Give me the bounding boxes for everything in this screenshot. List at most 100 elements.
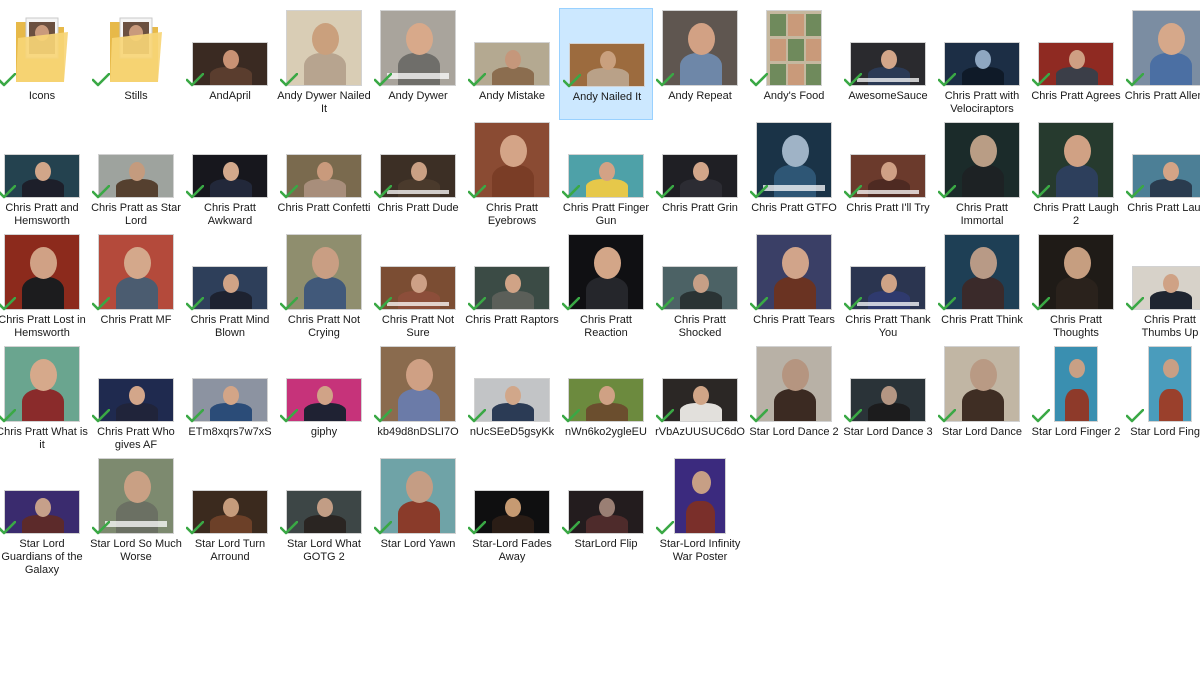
image-thumbnail <box>674 458 726 534</box>
item-icon-area <box>371 344 465 424</box>
file-item[interactable]: AwesomeSauce <box>841 8 935 120</box>
file-item[interactable]: Chris Pratt Not Sure <box>371 232 465 344</box>
file-item[interactable]: Chris Pratt What is it <box>0 344 89 456</box>
file-item[interactable]: Chris Pratt Thumbs Up <box>1123 232 1200 344</box>
item-label: AwesomeSauce <box>848 90 928 102</box>
file-item[interactable]: Chris Pratt Grin <box>653 120 747 232</box>
file-item[interactable]: Chris Pratt Lost in Hemsworth <box>0 232 89 344</box>
file-item[interactable]: Star Lord Dance 2 <box>747 344 841 456</box>
item-label: Star-Lord Infinity War Poster <box>659 538 741 563</box>
item-icon-area <box>89 8 183 88</box>
file-item[interactable]: Star Lord So Much Worse <box>89 456 183 568</box>
file-item[interactable]: Chris Pratt Tears <box>747 232 841 344</box>
sync-check-icon <box>468 73 486 87</box>
file-item[interactable]: Andy Nailed It <box>559 8 653 120</box>
sync-check-icon <box>280 73 298 87</box>
file-item[interactable]: Chris Pratt Finger Gun <box>559 120 653 232</box>
file-item[interactable]: Chris Pratt Mind Blown <box>183 232 277 344</box>
file-item[interactable]: Star-Lord Infinity War Poster <box>653 456 747 568</box>
file-item[interactable]: Star Lord What GOTG 2 <box>277 456 371 568</box>
file-item[interactable]: ETm8xqrs7w7xS <box>183 344 277 456</box>
file-item[interactable]: Chris Pratt Allergic <box>1123 8 1200 120</box>
file-item[interactable]: Chris Pratt Eyebrows <box>465 120 559 232</box>
thumbnail-figure-body <box>1056 67 1098 85</box>
file-item[interactable]: Chris Pratt Awkward <box>183 120 277 232</box>
thumbnail-figure-body <box>116 403 158 421</box>
file-item[interactable]: Star Lord Finger <box>1123 344 1200 456</box>
item-label: rVbAzUUSUC6dO <box>655 426 745 438</box>
file-item[interactable]: Star Lord Dance 3 <box>841 344 935 456</box>
file-item[interactable]: Chris Pratt Think <box>935 232 1029 344</box>
sync-check-icon <box>844 185 862 199</box>
item-label: Chris Pratt Raptors <box>465 314 559 326</box>
file-item[interactable]: Chris Pratt Agrees <box>1029 8 1123 120</box>
thumbnail-figure-body <box>22 389 64 421</box>
file-item[interactable]: Chris Pratt Not Crying <box>277 232 371 344</box>
thumbnail-figure-head <box>693 162 709 181</box>
thumbnail-figure-head <box>35 162 51 181</box>
item-label: kb49d8nDSLI7O <box>377 426 459 438</box>
thumbnail-figure-head <box>317 386 333 405</box>
file-item[interactable]: Andy Repeat <box>653 8 747 120</box>
sync-check-icon <box>468 521 486 535</box>
item-icon-area <box>371 232 465 312</box>
file-item[interactable]: Chris Pratt Thank You <box>841 232 935 344</box>
item-label: Star Lord Finger <box>1130 426 1200 438</box>
file-item[interactable]: Andy Dywer <box>371 8 465 120</box>
file-item[interactable]: Chris Pratt Confetti <box>277 120 371 232</box>
file-item[interactable]: Chris Pratt as Star Lord <box>89 120 183 232</box>
file-item[interactable]: giphy <box>277 344 371 456</box>
file-item[interactable]: Star Lord Turn Arround <box>183 456 277 568</box>
file-item[interactable]: Star-Lord Fades Away <box>465 456 559 568</box>
item-label: Chris Pratt Allergic <box>1124 90 1200 102</box>
file-item[interactable]: Chris Pratt Laugh <box>1123 120 1200 232</box>
file-item[interactable]: rVbAzUUSUC6dO <box>653 344 747 456</box>
thumbnail-caption-bar <box>386 73 450 80</box>
item-icon-area <box>89 120 183 200</box>
file-item[interactable]: Chris Pratt Raptors <box>465 232 559 344</box>
file-item[interactable]: Chris Pratt Laugh 2 <box>1029 120 1123 232</box>
item-label: Chris Pratt Laugh 2 <box>1033 202 1119 227</box>
file-item[interactable]: nWn6ko2ygleEU <box>559 344 653 456</box>
file-item[interactable]: Andy's Food <box>747 8 841 120</box>
thumbnail-caption-bar <box>762 185 826 192</box>
file-item[interactable]: Chris Pratt MF <box>89 232 183 344</box>
file-item[interactable]: Chris Pratt Who gives AF <box>89 344 183 456</box>
item-label: Star Lord Guardians of the Galaxy <box>1 538 83 576</box>
file-item[interactable]: AndApril <box>183 8 277 120</box>
file-item[interactable]: Chris Pratt Shocked <box>653 232 747 344</box>
sync-check-icon <box>374 73 392 87</box>
file-item[interactable]: Star Lord Dance <box>935 344 1029 456</box>
file-item[interactable]: Chris Pratt Reaction <box>559 232 653 344</box>
item-label: Chris Pratt Immortal <box>956 202 1008 227</box>
file-item[interactable]: Chris Pratt I'll Try <box>841 120 935 232</box>
thumbnail-figure-body <box>398 501 440 533</box>
file-item[interactable]: Star Lord Finger 2 <box>1029 344 1123 456</box>
image-thumbnail <box>766 10 822 86</box>
folder-item[interactable]: Icons <box>0 8 89 120</box>
item-label: nUcSEeD5gsyKk <box>469 426 555 438</box>
file-item[interactable]: StarLord Flip <box>559 456 653 568</box>
file-item[interactable]: Andy Dywer Nailed It <box>277 8 371 120</box>
file-item[interactable]: Chris Pratt Dude <box>371 120 465 232</box>
item-label: giphy <box>310 426 338 438</box>
file-item[interactable]: Star Lord Yawn <box>371 456 465 568</box>
file-item[interactable]: Chris Pratt Immortal <box>935 120 1029 232</box>
file-item[interactable]: nUcSEeD5gsyKk <box>465 344 559 456</box>
sync-check-icon <box>0 185 16 199</box>
sync-check-icon <box>280 185 298 199</box>
item-label: Chris Pratt Confetti <box>277 202 371 214</box>
item-label: AndApril <box>209 90 251 102</box>
file-item[interactable]: Chris Pratt with Velociraptors <box>935 8 1029 120</box>
item-icon-area <box>559 232 653 312</box>
file-item[interactable]: Chris Pratt and Hemsworth <box>0 120 89 232</box>
file-item[interactable]: Star Lord Guardians of the Galaxy <box>0 456 89 576</box>
file-item[interactable]: Andy Mistake <box>465 8 559 120</box>
folder-item[interactable]: Stills <box>89 8 183 120</box>
file-item[interactable]: Chris Pratt Thoughts <box>1029 232 1123 344</box>
collage-cell <box>806 64 821 85</box>
item-label: Chris Pratt Mind Blown <box>190 314 270 339</box>
file-item[interactable]: Chris Pratt GTFO <box>747 120 841 232</box>
file-item[interactable]: kb49d8nDSLI7O <box>371 344 465 456</box>
thumbnail-figure-body <box>398 179 440 197</box>
